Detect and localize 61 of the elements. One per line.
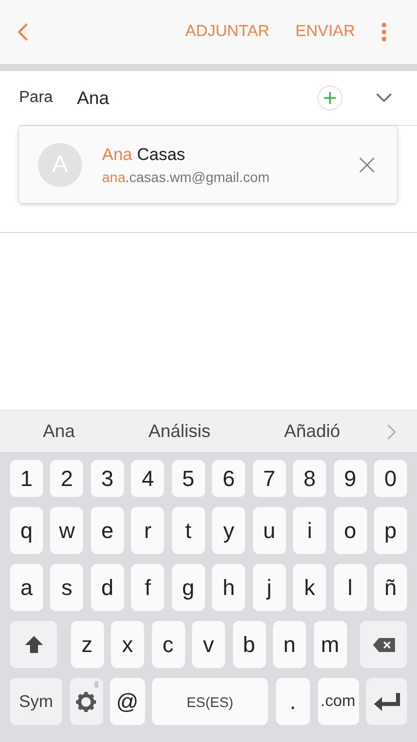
key[interactable]: z [70, 621, 104, 668]
key[interactable] [366, 678, 407, 725]
key[interactable]: 8 [293, 460, 326, 497]
key[interactable] [70, 678, 102, 725]
key[interactable]: 0 [374, 460, 408, 497]
key[interactable]: 5 [172, 460, 205, 497]
key[interactable]: w [50, 507, 84, 554]
recipient-field[interactable]: Ana [77, 88, 317, 108]
key[interactable]: 1 [10, 460, 43, 497]
key[interactable]: c [152, 621, 184, 668]
suggestion-word[interactable]: Añadió [284, 421, 340, 442]
key[interactable]: Sym [10, 678, 62, 725]
key[interactable]: 3 [90, 460, 124, 497]
key[interactable]: h [212, 564, 246, 611]
key[interactable]: o [334, 507, 367, 554]
key[interactable]: e [90, 507, 124, 554]
contact-name: Ana Casas [102, 144, 186, 164]
key[interactable]: n [273, 621, 306, 668]
key[interactable]: ES(ES) [152, 678, 268, 725]
suggestion-word[interactable]: Análisis [148, 421, 210, 442]
key[interactable]: 4 [131, 460, 164, 497]
key[interactable]: l [334, 564, 367, 611]
key[interactable]: @ [110, 678, 144, 725]
to-label: Para [19, 89, 54, 107]
key[interactable]: ñ [374, 564, 408, 611]
contact-email: ana.casas.wm@gmail.com [102, 168, 270, 184]
key[interactable]: j [252, 564, 286, 611]
add-contact-icon[interactable] [317, 85, 343, 111]
key[interactable]: 9 [334, 460, 367, 497]
key[interactable]: q [10, 507, 43, 554]
key[interactable]: a [10, 564, 43, 611]
key[interactable]: p [374, 507, 408, 554]
key[interactable]: . [276, 678, 310, 725]
key[interactable]: s [50, 564, 84, 611]
key[interactable] [10, 621, 57, 668]
key[interactable]: r [131, 507, 164, 554]
gear-icon [76, 692, 96, 712]
key[interactable]: 2 [50, 460, 84, 497]
key[interactable]: f [131, 564, 164, 611]
key[interactable]: x [111, 621, 144, 668]
key[interactable]: u [252, 507, 286, 554]
key[interactable]: 6 [212, 460, 246, 497]
chevron-down-icon[interactable] [376, 93, 392, 103]
key[interactable]: i [293, 507, 326, 554]
key[interactable] [360, 621, 407, 668]
key[interactable]: g [172, 564, 205, 611]
key[interactable]: t [172, 507, 205, 554]
shift-icon [24, 635, 44, 654]
suggestion-word[interactable]: Ana [42, 421, 75, 442]
key[interactable]: k [293, 564, 326, 611]
backspace-icon [372, 636, 396, 652]
key[interactable]: d [90, 564, 124, 611]
close-icon[interactable] [359, 156, 375, 172]
key[interactable]: v [192, 621, 225, 668]
key[interactable]: b [232, 621, 266, 668]
key[interactable]: 7 [252, 460, 286, 497]
key[interactable]: m [314, 621, 346, 668]
enter-icon [373, 692, 400, 712]
microphone-icon [94, 681, 98, 690]
key[interactable]: .com [318, 678, 358, 725]
key[interactable]: y [212, 507, 246, 554]
